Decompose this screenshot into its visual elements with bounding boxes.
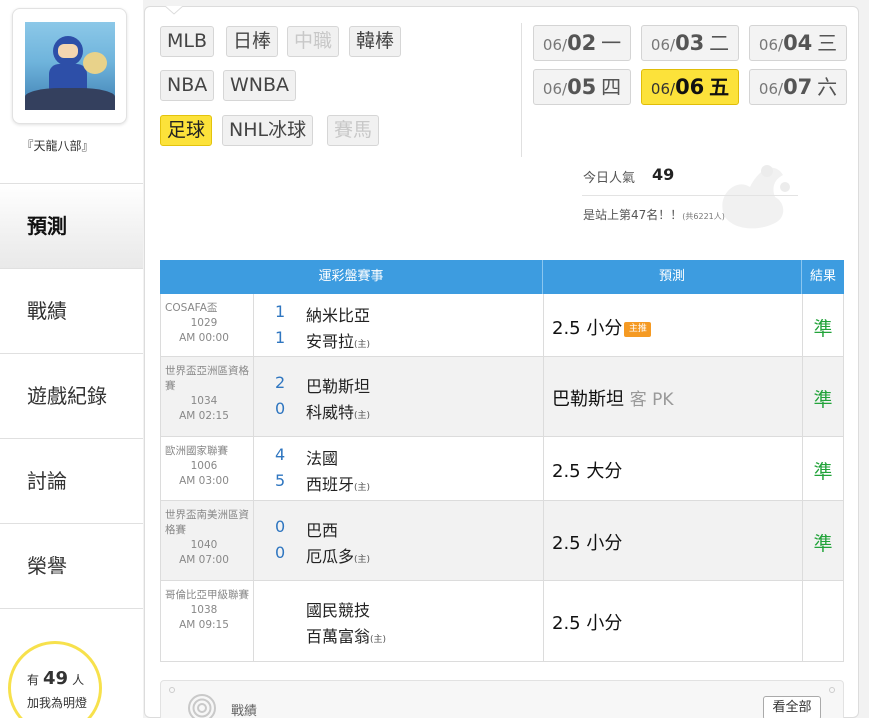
- league-info: 世界盃南美洲區資格賽 1040 AM 07:00: [165, 509, 249, 566]
- nav-item-record[interactable]: 戰績: [0, 268, 143, 353]
- result-mark: 準: [813, 533, 833, 555]
- prediction-text: 2.5 小分: [552, 533, 623, 554]
- header-result: 結果: [809, 269, 836, 284]
- lamp-count-line: 有 49 人: [27, 668, 84, 689]
- page: 『天龍八部』 預測 戰績 遊戲紀錄 討論 榮譽 有 49 人 加我為明燈 MLB 日…: [0, 0, 869, 718]
- lamp-text: 加我為明燈: [27, 696, 88, 710]
- score-away: 4: [275, 445, 286, 464]
- nav-item-prediction[interactable]: 預測: [0, 183, 143, 268]
- table-row[interactable]: 哥倫比亞甲級聯賽 1038 AM 09:15 國民競技 百萬富翁(主) 2.5 小分: [160, 581, 844, 662]
- league-info: 世界盃亞洲區資格賽 1034 AM 02:15: [165, 365, 249, 422]
- panel-notch: [165, 6, 183, 15]
- score-away: 1: [275, 302, 286, 321]
- score-home: 1: [275, 328, 286, 347]
- nav-item-discussion[interactable]: 討論: [0, 438, 143, 523]
- sport-tag-wnba[interactable]: WNBA: [223, 70, 297, 101]
- popularity-divider: [582, 195, 798, 196]
- avatar: [25, 22, 115, 110]
- score-home: 0: [275, 399, 286, 418]
- league-info: COSAFA盃 1029 AM 00:00: [165, 302, 229, 344]
- prediction-text: 2.5 大分: [552, 461, 623, 482]
- sport-tag-kbo[interactable]: 韓棒: [349, 26, 402, 57]
- nav-item-game-log[interactable]: 遊戲紀錄: [0, 353, 143, 438]
- lamp-suffix: 人: [72, 673, 85, 687]
- sidebar: 『天龍八部』 預測 戰績 遊戲紀錄 討論 榮譽 有 49 人 加我為明燈: [0, 0, 143, 718]
- stats-box: 戰績 看全部: [160, 680, 844, 718]
- date-0606[interactable]: 06/06 五: [641, 69, 739, 105]
- rank-total: (共6221人): [682, 212, 725, 221]
- sport-tag-nhl[interactable]: NHL冰球: [222, 115, 314, 146]
- team-home[interactable]: 百萬富翁(主): [306, 623, 386, 647]
- sport-tag-horse-racing: 賽馬: [327, 115, 380, 146]
- featured-badge: 主推: [624, 321, 652, 337]
- score-home: 0: [275, 543, 286, 562]
- team-home[interactable]: 西班牙(主): [306, 471, 370, 495]
- table-row[interactable]: 歐洲國家聯賽 1006 AM 03:00 4 5 法國 西班牙(主) 2.5 大分 …: [160, 437, 844, 501]
- team-away[interactable]: 巴勒斯坦: [306, 373, 370, 397]
- popularity-value: 49: [652, 165, 675, 184]
- result-mark: 準: [813, 318, 833, 340]
- nav-divider: [0, 608, 143, 609]
- header-divider: [521, 23, 522, 157]
- team-away[interactable]: 巴西: [306, 517, 338, 541]
- popularity-label: 今日人氣: [583, 171, 636, 186]
- sport-tag-mlb[interactable]: MLB: [160, 26, 215, 57]
- corner-dot: [829, 687, 835, 693]
- result-mark: 準: [813, 389, 833, 411]
- team-home[interactable]: 厄瓜多(主): [306, 543, 370, 567]
- follow-lamp-button[interactable]: 有 49 人 加我為明燈: [8, 641, 102, 718]
- main-panel: MLB 日棒 中職 韓棒 NBA WNBA 足球 NHL冰球 賽馬 06/02 …: [144, 6, 859, 718]
- rank-text: 是站上第47名！！(共6221人): [583, 208, 725, 222]
- nav-item-honor[interactable]: 榮譽: [0, 523, 143, 608]
- sport-tag-npb[interactable]: 日棒: [226, 26, 279, 57]
- prediction-text: 2.5 小分 主推: [552, 314, 652, 340]
- corner-dot: [169, 687, 175, 693]
- date-0605[interactable]: 06/05 四: [533, 69, 631, 105]
- table-row[interactable]: COSAFA盃 1029 AM 00:00 1 1 納米比亞 安哥拉(主) 2.5 …: [160, 294, 844, 357]
- username[interactable]: 『天龍八部』: [0, 137, 115, 154]
- prediction-text: 2.5 小分: [552, 613, 623, 634]
- team-home[interactable]: 科威特(主): [306, 399, 370, 423]
- date-0602[interactable]: 06/02 一: [533, 25, 631, 61]
- team-away[interactable]: 國民競技: [306, 597, 370, 621]
- table-row[interactable]: 世界盃亞洲區資格賽 1034 AM 02:15 2 0 巴勒斯坦 科威特(主) 巴勒…: [160, 357, 844, 437]
- league-info: 歐洲國家聯賽 1006 AM 03:00: [165, 445, 229, 487]
- team-away[interactable]: 納米比亞: [306, 302, 370, 326]
- sport-tag-nba[interactable]: NBA: [160, 70, 215, 101]
- view-all-button[interactable]: 看全部: [763, 696, 821, 718]
- sport-tag-cpbl: 中職: [287, 26, 340, 57]
- spiral-icon: [188, 694, 216, 718]
- header-prediction: 預測: [543, 260, 802, 294]
- score-away: 2: [275, 373, 286, 392]
- date-0607[interactable]: 06/07 六: [749, 69, 847, 105]
- table-row[interactable]: 世界盃南美洲區資格賽 1040 AM 07:00 0 0 巴西 厄瓜多(主) 2.5…: [160, 501, 844, 581]
- league-info: 哥倫比亞甲級聯賽 1038 AM 09:15: [165, 589, 249, 631]
- date-0604[interactable]: 06/04 三: [749, 25, 847, 61]
- header-event: 運彩盤賽事: [160, 260, 543, 294]
- date-0603[interactable]: 06/03 二: [641, 25, 739, 61]
- prediction-text: 巴勒斯坦 客 PK: [552, 389, 674, 410]
- avatar-card[interactable]: [12, 8, 127, 124]
- stats-label: 戰績: [231, 704, 258, 718]
- team-home[interactable]: 安哥拉(主): [306, 328, 370, 352]
- score-away: 0: [275, 517, 286, 536]
- lamp-prefix: 有: [27, 673, 40, 687]
- lamp-count: 49: [43, 668, 69, 689]
- team-away[interactable]: 法國: [306, 445, 338, 469]
- table-header: 運彩盤賽事 預測 結果: [160, 260, 844, 294]
- score-home: 5: [275, 471, 286, 490]
- result-mark: 準: [813, 461, 833, 483]
- sport-tag-soccer[interactable]: 足球: [160, 115, 213, 146]
